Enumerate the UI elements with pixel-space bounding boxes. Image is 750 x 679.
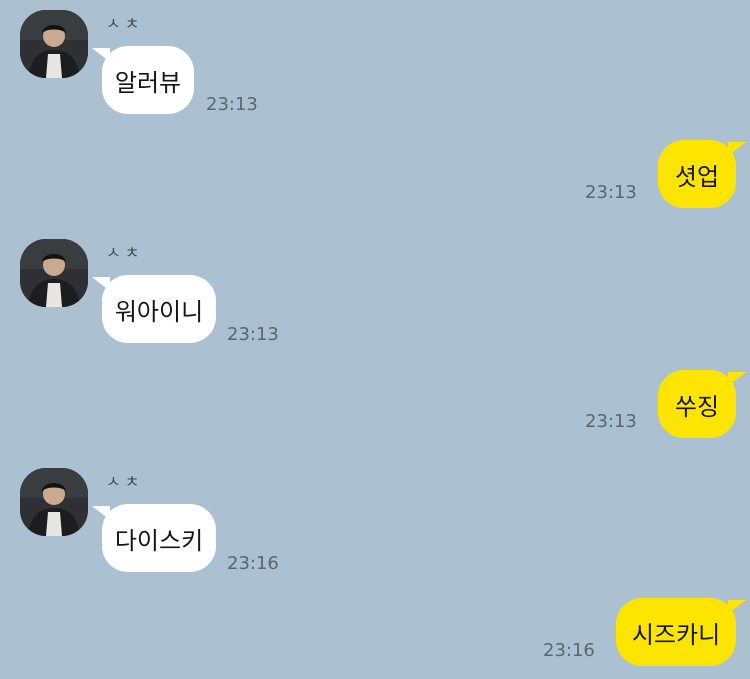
- timestamp: 23:13: [227, 324, 279, 345]
- message-text: 알러뷰: [114, 68, 182, 97]
- timestamp: 23:16: [227, 553, 279, 574]
- message-bubble[interactable]: 워아이니: [92, 275, 216, 343]
- avatar[interactable]: [20, 239, 88, 307]
- message-bubble[interactable]: 시즈카니: [616, 598, 746, 666]
- message-bubble[interactable]: 알러뷰: [92, 46, 194, 114]
- sender-name: ㅅㅊ: [106, 243, 144, 262]
- message-text: 다이스키: [114, 526, 204, 555]
- message-bubble[interactable]: 쑤징: [658, 370, 746, 438]
- message-bubble[interactable]: 다이스키: [92, 504, 216, 572]
- chat-room: ㅅㅊ 알러뷰 23:13 셧업 23:13 ㅅㅊ 워아이니 23:13 쑤징 2…: [0, 0, 750, 679]
- timestamp: 23:16: [543, 640, 595, 661]
- sender-name: ㅅㅊ: [106, 14, 144, 33]
- avatar[interactable]: [20, 468, 88, 536]
- sender-name: ㅅㅊ: [106, 472, 144, 491]
- message-text: 워아이니: [114, 297, 204, 326]
- message-bubble[interactable]: 셧업: [658, 140, 746, 208]
- message-text: 쑤징: [674, 392, 720, 421]
- timestamp: 23:13: [206, 94, 258, 115]
- timestamp: 23:13: [585, 411, 637, 432]
- message-text: 셧업: [674, 162, 720, 191]
- avatar[interactable]: [20, 10, 88, 78]
- message-text: 시즈카니: [631, 620, 721, 649]
- timestamp: 23:13: [585, 182, 637, 203]
